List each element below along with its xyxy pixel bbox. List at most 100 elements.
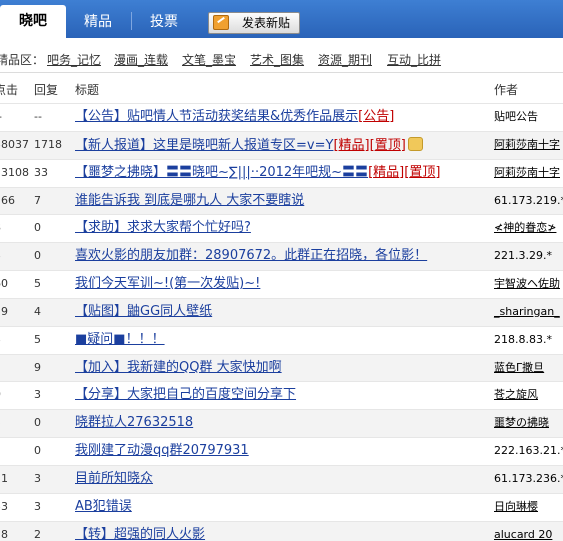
thread-title-link[interactable]: 我刚建了动漫qq群20797931: [75, 443, 249, 459]
thread-title-link[interactable]: 谁能告诉我 到底是哪九人 大家不要瞎说: [75, 193, 304, 209]
table-row: 3 0 喜欢火影的朋友加群：28907672。此群正在招晓，各位影！ 221.3.29…: [0, 242, 563, 270]
thread-author: 61.173.219.*: [494, 194, 563, 207]
thread-author[interactable]: 苍之旋风: [494, 387, 538, 403]
thread-author[interactable]: alucard 20: [494, 527, 552, 541]
table-row: 28 2 【转】超强的同人火影 alucard 20: [0, 521, 563, 541]
thread-table-header: 点击 回复 标题 作者: [0, 79, 563, 101]
thread-title-link[interactable]: 【分享】大家把自己的百度空间分享下: [75, 387, 296, 403]
thread-author[interactable]: 阿莉莎南十字: [494, 137, 560, 153]
table-row: 19 4 【贴图】鼬GG同人壁纸 _sharingan_: [0, 298, 563, 326]
thread-title: 超强的同人火影: [114, 527, 206, 541]
thread-tag[interactable]: [公告]: [358, 109, 394, 124]
thread-title-link[interactable]: 喜欢火影的朋友加群：28907672。此群正在招晓，各位影！: [75, 248, 427, 264]
tab-featured[interactable]: 精品: [68, 6, 128, 38]
thread-title-link[interactable]: 我们今天军训~!(第一次发贴)~!: [75, 276, 260, 292]
thread-tag[interactable]: [置顶]: [404, 165, 440, 180]
header-title: 标题: [75, 83, 100, 97]
click-count: 38037: [0, 138, 29, 151]
click-count: 8: [0, 220, 1, 236]
table-row: 9 3 【分享】大家把自己的百度空间分享下 苍之旋风: [0, 381, 563, 409]
click-count: 53108: [0, 166, 29, 179]
table-row: 166 7 谁能告诉我 到底是哪九人 大家不要瞎说 61.173.219.*: [0, 187, 563, 215]
table-row: 1 0 我刚建了动漫qq群20797931 222.163.21.*: [0, 437, 563, 465]
reply-count: --: [34, 110, 42, 123]
thread-title: 贴吧情人节活动获奖结果&优秀作品展示: [127, 109, 359, 124]
thread-title: 这里是晓吧新人报道专区=v=Y: [153, 138, 334, 153]
thread-author[interactable]: 蓝色Γ撒旦: [494, 360, 544, 376]
thread-tag[interactable]: [精品]: [333, 138, 369, 153]
featured-category-bar: 精品区： 吧务_记忆 漫画_连载 文笔_墨宝 艺术_图集 资源_期刊 互动_比拼: [0, 47, 563, 73]
click-count: 51: [0, 472, 8, 485]
thread-title-link[interactable]: 【转】超强的同人火影: [75, 527, 205, 541]
thread-author[interactable]: ≮神的眷恋≯: [494, 220, 556, 236]
click-count: 33: [0, 500, 8, 513]
table-row: 53108 33 【噩梦之拂晓】〓〓晓吧~∑|||··2012年吧规~〓〓[精品][…: [0, 159, 563, 187]
click-count: 1: [0, 443, 1, 459]
reply-count: 3: [34, 472, 41, 485]
category-link[interactable]: 文笔_墨宝: [182, 47, 236, 73]
thread-tag[interactable]: [置顶]: [370, 138, 406, 153]
thread-author: 61.173.236.*: [494, 472, 563, 485]
click-count: 3: [0, 332, 1, 348]
table-row: 60 5 我们今天军训~!(第一次发贴)~! 宇智波ヘ佐助: [0, 270, 563, 298]
tab-vote[interactable]: 投票: [134, 6, 194, 38]
thread-title-link[interactable]: 【加入】我新建的QQ群 大家快加啊: [75, 360, 282, 376]
click-count: 60: [0, 277, 8, 290]
thumbs-up-icon: [407, 137, 423, 151]
category-link[interactable]: 互动_比拼: [387, 47, 441, 73]
category-link[interactable]: 资源_期刊: [318, 47, 372, 73]
click-count: 28: [0, 528, 8, 541]
thread-title-link[interactable]: 【求助】求求大家帮个忙好吗?: [75, 220, 251, 236]
thread-title: 我们今天军训~!(第一次发贴)~!: [75, 276, 261, 291]
reply-count: 2: [34, 528, 41, 541]
thread-author[interactable]: 日向琳樱: [494, 499, 538, 515]
tab-divider: [131, 12, 132, 30]
thread-title-link[interactable]: 【新人报道】这里是晓吧新人报道专区=v=Y[精品][置顶]: [75, 137, 423, 154]
table-row: 333AB犯错误日向琳樱: [0, 493, 563, 521]
reply-count: 4: [34, 305, 41, 318]
category-link[interactable]: 漫画_连载: [114, 47, 168, 73]
thread-title: 求求大家帮个忙好吗?: [127, 220, 251, 235]
table-row: 1 9 【加入】我新建的QQ群 大家快加啊 蓝色Γ撒旦: [0, 354, 563, 382]
thread-title-link[interactable]: 【公告】贴吧情人节活动获奖结果&优秀作品展示[公告]: [75, 109, 394, 125]
thread-prefix: 【噩梦之拂晓】: [75, 165, 167, 180]
thread-author: 222.163.21.*: [494, 444, 563, 457]
thread-author[interactable]: _sharingan_: [494, 304, 560, 320]
thread-author[interactable]: 宇智波ヘ佐助: [494, 276, 560, 292]
reply-count: 3: [34, 500, 41, 513]
category-link[interactable]: 吧务_记忆: [47, 47, 101, 73]
thread-title-link[interactable]: 目前所知晓众: [75, 471, 153, 487]
thread-prefix: 【新人报道】: [75, 138, 154, 153]
thread-author: 221.3.29.*: [494, 249, 552, 262]
reply-count: 5: [34, 277, 41, 290]
thread-title-link[interactable]: 晓群拉人27632518: [75, 415, 193, 431]
thread-prefix: 【公告】: [75, 109, 128, 124]
thread-title: 鼬GG同人壁纸: [127, 304, 213, 319]
click-count: --: [0, 109, 2, 125]
thread-title-link[interactable]: AB犯错误: [75, 499, 132, 515]
thread-title-link[interactable]: ■疑问■！！！: [75, 332, 165, 348]
thread-tag[interactable]: [精品]: [368, 165, 404, 180]
thread-title-link[interactable]: 【贴图】鼬GG同人壁纸: [75, 304, 212, 320]
reply-count: 9: [34, 361, 41, 374]
tab-xiaoba[interactable]: 晓吧: [0, 5, 66, 38]
new-post-button[interactable]: 发表新贴: [208, 12, 300, 34]
reply-count: 0: [34, 249, 41, 262]
table-row: 5 0 晓群拉人27632518 噩梦の拂晓: [0, 409, 563, 437]
category-link[interactable]: 艺术_图集: [250, 47, 304, 73]
thread-title-link[interactable]: 【噩梦之拂晓】〓〓晓吧~∑|||··2012年吧规~〓〓[精品][置顶]: [75, 165, 440, 181]
table-row: 3 5 ■疑问■！！！ 218.8.83.*: [0, 326, 563, 354]
top-tab-bar: 晓吧 精品 投票 发表新贴: [0, 0, 563, 38]
header-clicks: 点击: [0, 83, 19, 97]
thread-title: 谁能告诉我 到底是哪九人 大家不要瞎说: [75, 193, 305, 208]
reply-count: 1718: [34, 138, 62, 151]
thread-author[interactable]: 阿莉莎南十字: [494, 165, 560, 181]
table-row: -- -- 【公告】贴吧情人节活动获奖结果&优秀作品展示[公告] 贴吧公告: [0, 103, 563, 131]
reply-count: 7: [34, 194, 41, 207]
thread-author[interactable]: 噩梦の拂晓: [494, 415, 549, 431]
category-label: 精品区：: [0, 53, 45, 67]
table-row: 51 3 目前所知晓众 61.173.236.*: [0, 465, 563, 493]
thread-prefix: 【贴图】: [75, 304, 128, 319]
thread-title: AB犯错误: [75, 499, 132, 514]
thread-prefix: 【分享】: [75, 387, 128, 402]
